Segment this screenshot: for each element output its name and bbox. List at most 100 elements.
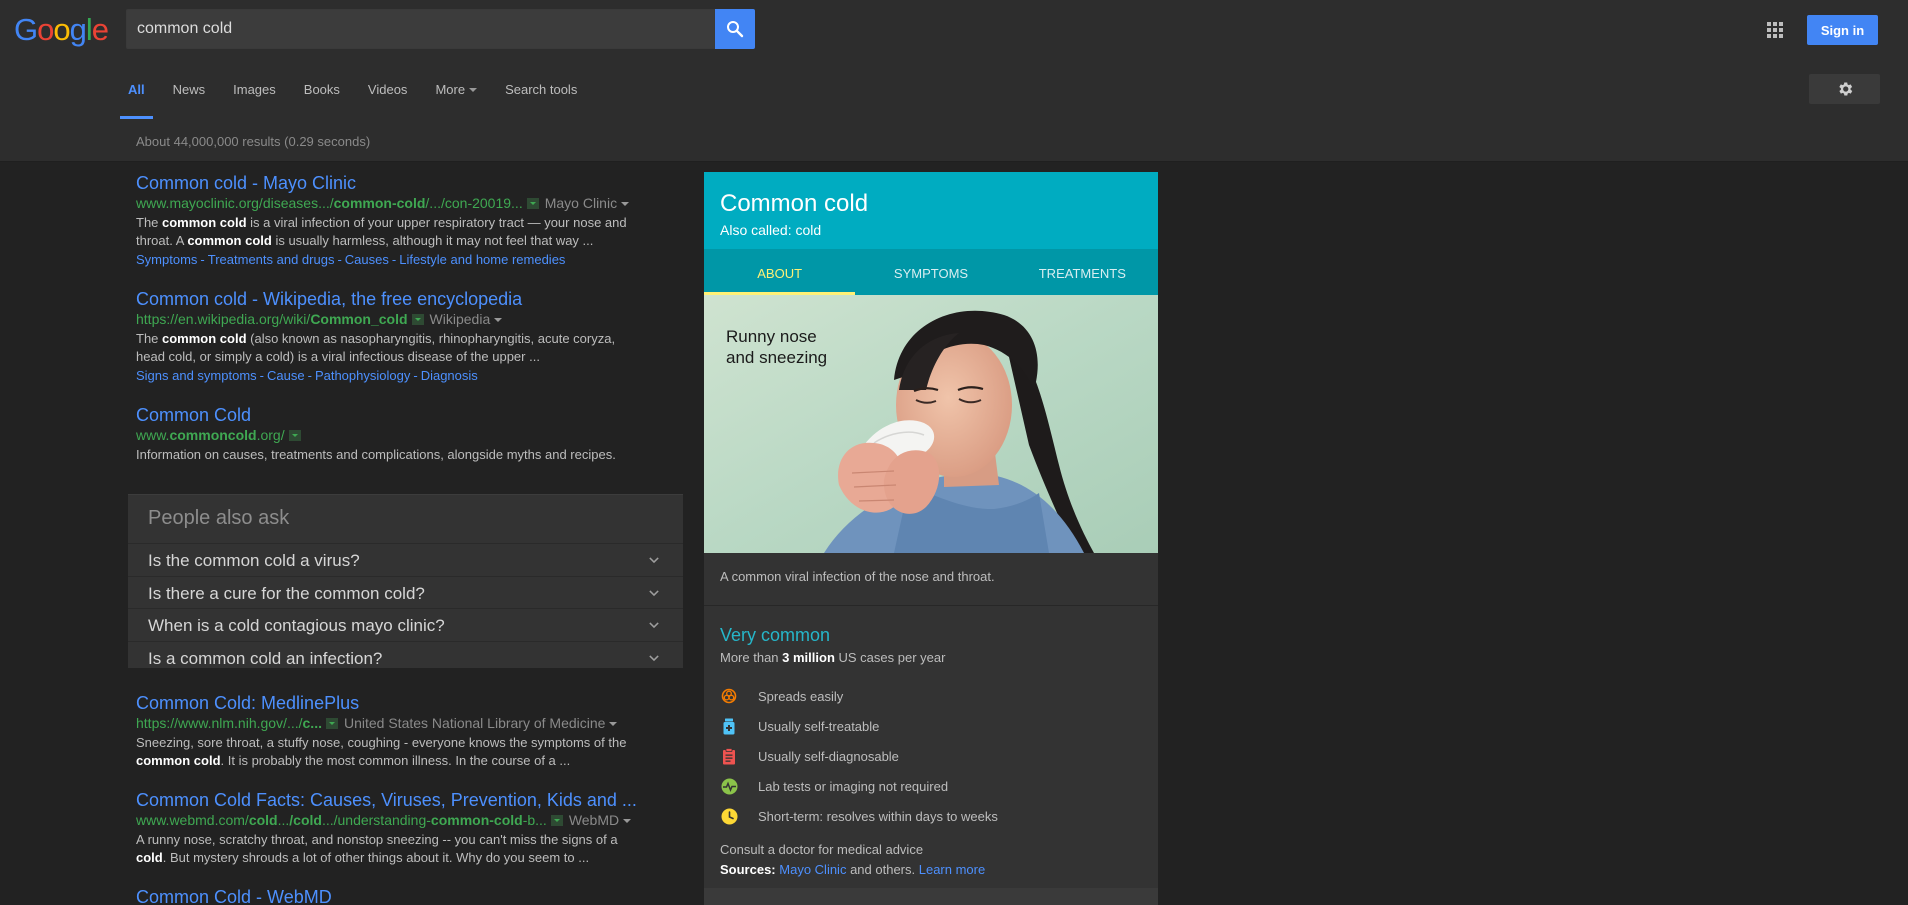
url-dropdown-icon[interactable]	[325, 717, 338, 729]
tab-label: All	[128, 82, 145, 97]
result-title-link[interactable]: Common cold - Wikipedia, the free encycl…	[136, 288, 646, 310]
result-sitelinks: Symptoms - Treatments and drugs - Causes - Lif…	[136, 251, 646, 269]
snippet-segment: The	[136, 215, 163, 230]
chevron-down-icon[interactable]	[621, 202, 630, 207]
tab-news[interactable]: News	[173, 70, 206, 120]
paa-question[interactable]: When is a cold contagious mayo clinic?	[128, 608, 683, 640]
sitelink-separator: -	[200, 252, 205, 267]
sources-label: Sources:	[720, 862, 776, 877]
sitelink[interactable]: Diagnosis	[421, 368, 478, 383]
url-segment: www.webmd.com/	[136, 812, 249, 828]
result-sitelinks: Signs and symptoms - Cause - Pathophysiology…	[136, 367, 646, 385]
tab-all[interactable]: All	[120, 70, 153, 120]
search-input[interactable]	[127, 10, 714, 48]
tab-images[interactable]: Images	[233, 70, 276, 120]
url-segment: www.	[136, 427, 170, 443]
chevron-down-icon	[649, 654, 659, 661]
sitelink[interactable]: Cause	[267, 368, 305, 383]
kp-tab-treatments[interactable]: TREATMENTS	[1007, 249, 1158, 295]
sitelink[interactable]: Lifestyle and home remedies	[399, 252, 565, 267]
clock-icon	[720, 807, 738, 825]
tab-books[interactable]: Books	[304, 70, 340, 120]
search-result: Common cold - Wikipedia, the free encycl…	[136, 288, 646, 385]
url-segment: https://en.wikipedia.org/wiki/	[136, 311, 311, 327]
feature-label: Usually self-diagnosable	[758, 748, 899, 764]
chevron-down-icon[interactable]	[609, 722, 618, 727]
kp-tab-about[interactable]: ABOUT	[704, 249, 856, 295]
snippet-segment: cold	[136, 850, 163, 865]
tab-search-tools[interactable]: Search tools	[505, 70, 577, 120]
clipboard-icon	[720, 747, 738, 765]
sitelink[interactable]: Signs and symptoms	[136, 368, 257, 383]
consult-doctor-note: Consult a doctor for medical advice	[720, 842, 924, 857]
snippet-segment: . It is probably the most common illness…	[220, 753, 571, 768]
tab-more[interactable]: More	[435, 70, 478, 120]
learn-more-link[interactable]: Learn more	[919, 862, 985, 877]
chevron-down-icon	[649, 622, 659, 629]
result-snippet: Sneezing, sore throat, a stuffy nose, co…	[136, 734, 646, 770]
search-button[interactable]	[715, 9, 755, 49]
result-site-name: WebMD	[569, 811, 632, 829]
result-title-link[interactable]: Common Cold Facts: Causes, Viruses, Prev…	[136, 789, 646, 811]
snippet-segment: common cold	[136, 753, 221, 768]
sitelink-separator: -	[307, 368, 312, 383]
gear-icon	[1838, 82, 1852, 96]
people-also-ask-title: People also ask	[148, 507, 290, 529]
url-dropdown-icon[interactable]	[526, 197, 539, 209]
illustration-caption-line: Runny nose	[726, 327, 817, 346]
sitelink[interactable]: Pathophysiology	[315, 368, 410, 383]
source-link-mayo-clinic[interactable]: Mayo Clinic	[779, 862, 846, 877]
result-url-text[interactable]: https://en.wikipedia.org/wiki/Common_col…	[136, 310, 408, 328]
kp-tab-symptoms[interactable]: SYMPTOMS	[855, 249, 1006, 295]
sign-in-button[interactable]: Sign in	[1807, 15, 1878, 45]
cases-prefix: More than	[720, 650, 783, 665]
search-result: Common Cold Facts: Causes, Viruses, Prev…	[136, 789, 646, 867]
result-url-text[interactable]: https://www.nlm.nih.gov/.../c...	[136, 714, 322, 732]
url-dropdown-icon[interactable]	[550, 814, 563, 826]
url-segment: common-cold	[430, 812, 523, 828]
knowledge-panel: Common cold Also called: cold ABOUT SYMPT…	[704, 172, 1158, 905]
logo-letter: o	[37, 12, 54, 47]
site-name: Mayo Clinic	[544, 195, 618, 211]
chevron-down-icon[interactable]	[623, 819, 632, 824]
result-title-link[interactable]: Common cold - Mayo Clinic	[136, 172, 646, 194]
url-segment: www.mayoclinic.org/diseases.../	[136, 195, 334, 211]
search-tabs: All News Images Books Videos More Search tools	[120, 70, 605, 120]
tab-label: Videos	[367, 82, 408, 97]
tab-videos[interactable]: Videos	[368, 70, 408, 120]
sitelink[interactable]: Causes	[345, 252, 389, 267]
apps-grid-icon[interactable]	[1767, 22, 1783, 38]
people-also-ask: People also ask Is the common cold a vir…	[128, 494, 683, 668]
chevron-down-icon[interactable]	[494, 318, 503, 323]
search-result: Common Cold - WebMD	[136, 886, 646, 905]
result-title-link[interactable]: Common Cold - WebMD	[136, 886, 646, 905]
settings-button[interactable]	[1809, 74, 1880, 104]
search-box[interactable]	[126, 9, 715, 49]
url-dropdown-icon[interactable]	[411, 313, 424, 325]
result-title-link[interactable]: Common Cold	[136, 404, 646, 426]
paa-question[interactable]: Is there a cure for the common cold?	[128, 575, 683, 608]
paa-question[interactable]: Is a common cold an infection?	[128, 640, 683, 673]
divider	[704, 605, 1158, 606]
feature-row: Spreads easily	[720, 686, 1140, 706]
google-logo[interactable]: Google	[14, 12, 109, 48]
result-title-link[interactable]: Common Cold: MedlinePlus	[136, 692, 646, 714]
logo-letter: e	[91, 12, 109, 47]
result-url-text[interactable]: www.mayoclinic.org/diseases.../common-co…	[136, 194, 523, 212]
logo-letter: G	[14, 12, 38, 47]
sitelink[interactable]: Symptoms	[136, 252, 197, 267]
url-dropdown-icon[interactable]	[288, 429, 301, 441]
result-url-text[interactable]: www.commoncold.org/	[136, 426, 285, 444]
feature-label: Short-term: resolves within days to week…	[758, 808, 998, 824]
paa-question[interactable]: Is the common cold a virus?	[128, 543, 683, 575]
sitelink[interactable]: Treatments and drugs	[208, 252, 335, 267]
medicine-bottle-icon	[720, 717, 738, 735]
result-url-text[interactable]: www.webmd.com/cold.../cold.../understand…	[136, 811, 547, 829]
also-called: Also called: cold	[720, 222, 822, 238]
chevron-down-icon	[469, 88, 478, 92]
snippet-segment: The	[136, 331, 163, 346]
url-segment: https://www.nlm.nih.gov/.../	[136, 715, 303, 731]
chevron-down-icon	[649, 557, 659, 564]
cases-suffix: US cases per year	[834, 650, 946, 665]
feature-row: Lab tests or imaging not required	[720, 776, 1140, 796]
